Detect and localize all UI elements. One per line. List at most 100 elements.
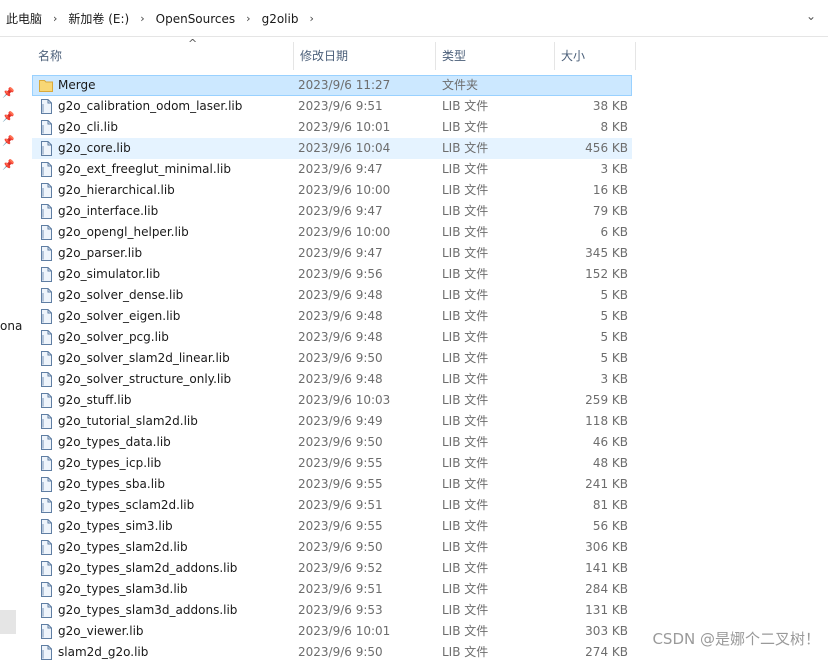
file-row[interactable]: g2o_simulator.lib 2023/9/6 9:56 LIB 文件 152 …	[32, 264, 632, 285]
file-modified-date: 2023/9/6 9:50	[298, 351, 383, 365]
file-modified-date: 2023/9/6 9:48	[298, 330, 383, 344]
file-row[interactable]: g2o_types_slam3d_addons.lib 2023/9/6 9:53…	[32, 600, 632, 621]
breadcrumb: 此电脑 › 新加卷 (E:) › OpenSources › g2olib ›	[4, 10, 323, 27]
nav-item-partial-label[interactable]: ona	[0, 319, 22, 333]
breadcrumb-item-opensources[interactable]: OpenSources	[154, 12, 238, 26]
address-bar[interactable]: 此电脑 › 新加卷 (E:) › OpenSources › g2olib › …	[0, 0, 828, 37]
file-size: 241 KB	[585, 477, 628, 491]
file-row[interactable]: g2o_cli.lib 2023/9/6 10:01 LIB 文件 8 KB	[32, 117, 632, 138]
column-header: ^ 名称 修改日期 类型 大小	[32, 37, 636, 70]
file-row[interactable]: g2o_ext_freeglut_minimal.lib 2023/9/6 9:4…	[32, 159, 632, 180]
file-name: g2o_calibration_odom_laser.lib	[58, 99, 243, 113]
file-size: 131 KB	[585, 603, 628, 617]
chevron-right-icon[interactable]: ›	[246, 12, 250, 25]
column-divider[interactable]	[635, 42, 636, 70]
folder-row[interactable]: Merge 2023/9/6 11:27 文件夹	[32, 75, 632, 96]
column-size[interactable]: 大小	[555, 42, 635, 70]
chevron-right-icon[interactable]: ›	[140, 12, 144, 25]
file-modified-date: 2023/9/6 10:01	[298, 120, 391, 134]
file-type: LIB 文件	[442, 267, 489, 281]
lib-file-icon	[39, 225, 53, 240]
file-type: LIB 文件	[442, 204, 489, 218]
file-name: g2o_solver_structure_only.lib	[58, 372, 232, 386]
file-row[interactable]: g2o_solver_slam2d_linear.lib 2023/9/6 9:5…	[32, 348, 632, 369]
file-size: 48 KB	[592, 456, 628, 470]
pin-icon[interactable]: 📌	[2, 160, 14, 172]
column-name[interactable]: 名称	[32, 42, 294, 70]
file-name: g2o_interface.lib	[58, 204, 159, 218]
file-row[interactable]: g2o_types_data.lib 2023/9/6 9:50 LIB 文件 46 …	[32, 432, 632, 453]
lib-file-icon	[39, 456, 53, 471]
file-row[interactable]: g2o_types_slam2d.lib 2023/9/6 9:50 LIB 文件 3…	[32, 537, 632, 558]
column-type[interactable]: 类型	[436, 42, 554, 70]
file-row[interactable]: g2o_types_icp.lib 2023/9/6 9:55 LIB 文件 48 K…	[32, 453, 632, 474]
file-type: LIB 文件	[442, 183, 489, 197]
breadcrumb-item-this-pc[interactable]: 此电脑	[4, 10, 44, 27]
lib-file-icon	[39, 162, 53, 177]
file-type: LIB 文件	[442, 603, 489, 617]
file-modified-date: 2023/9/6 9:56	[298, 267, 383, 281]
file-row[interactable]: g2o_types_slam3d.lib 2023/9/6 9:51 LIB 文件 2…	[32, 579, 632, 600]
file-row[interactable]: g2o_opengl_helper.lib 2023/9/6 10:00 LIB 文…	[32, 222, 632, 243]
file-modified-date: 2023/9/6 9:55	[298, 477, 383, 491]
file-row[interactable]: g2o_solver_dense.lib 2023/9/6 9:48 LIB 文件 5…	[32, 285, 632, 306]
file-type: LIB 文件	[442, 414, 489, 428]
lib-file-icon	[39, 498, 53, 513]
file-modified-date: 2023/9/6 10:03	[298, 393, 391, 407]
file-size: 6 KB	[600, 225, 628, 239]
file-size: 141 KB	[585, 561, 628, 575]
breadcrumb-item-g2olib[interactable]: g2olib	[260, 12, 301, 26]
chevron-right-icon[interactable]: ›	[309, 12, 313, 25]
file-name: g2o_tutorial_slam2d.lib	[58, 414, 198, 428]
lib-file-icon	[39, 246, 53, 261]
file-modified-date: 2023/9/6 9:48	[298, 372, 383, 386]
file-size: 118 KB	[585, 414, 628, 428]
file-type: LIB 文件	[442, 288, 489, 302]
file-name: g2o_types_sim3.lib	[58, 519, 173, 533]
file-name: g2o_simulator.lib	[58, 267, 161, 281]
file-row[interactable]: g2o_parser.lib 2023/9/6 9:47 LIB 文件 345 KB	[32, 243, 632, 264]
nav-pane-selected-item[interactable]	[0, 610, 16, 634]
file-row[interactable]: g2o_solver_structure_only.lib 2023/9/6 9:…	[32, 369, 632, 390]
file-row[interactable]: g2o_stuff.lib 2023/9/6 10:03 LIB 文件 259 KB	[32, 390, 632, 411]
file-type: LIB 文件	[442, 435, 489, 449]
pin-icon[interactable]: 📌	[2, 112, 14, 124]
pin-icon[interactable]: 📌	[2, 88, 14, 100]
file-name: g2o_types_icp.lib	[58, 456, 162, 470]
file-row[interactable]: g2o_viewer.lib 2023/9/6 10:01 LIB 文件 303 KB	[32, 621, 632, 642]
file-size: 79 KB	[592, 204, 628, 218]
pin-icon[interactable]: 📌	[2, 136, 14, 148]
file-name: g2o_types_sba.lib	[58, 477, 165, 491]
file-name: g2o_solver_dense.lib	[58, 288, 184, 302]
file-modified-date: 2023/9/6 9:47	[298, 162, 383, 176]
file-row[interactable]: g2o_interface.lib 2023/9/6 9:47 LIB 文件 79 K…	[32, 201, 632, 222]
breadcrumb-item-drive-e[interactable]: 新加卷 (E:)	[66, 10, 131, 27]
file-type: LIB 文件	[442, 120, 489, 134]
file-modified-date: 2023/9/6 10:00	[298, 183, 391, 197]
lib-file-icon	[39, 540, 53, 555]
file-name: g2o_types_slam2d.lib	[58, 540, 188, 554]
lib-file-icon	[39, 99, 53, 114]
file-size: 3 KB	[600, 162, 628, 176]
column-date[interactable]: 修改日期	[294, 42, 436, 70]
lib-file-icon	[39, 603, 53, 618]
file-modified-date: 2023/9/6 9:50	[298, 435, 383, 449]
watermark: CSDN @是娜个二叉树！	[652, 628, 820, 649]
file-row[interactable]: g2o_types_sba.lib 2023/9/6 9:55 LIB 文件 241 …	[32, 474, 632, 495]
file-size: 306 KB	[585, 540, 628, 554]
file-row[interactable]: g2o_hierarchical.lib 2023/9/6 10:00 LIB 文件…	[32, 180, 632, 201]
file-row[interactable]: g2o_types_sim3.lib 2023/9/6 9:55 LIB 文件 56 …	[32, 516, 632, 537]
file-type: LIB 文件	[442, 582, 489, 596]
file-name: Merge	[58, 78, 96, 92]
address-history-dropdown-icon[interactable]: ⌄	[806, 9, 816, 23]
file-row[interactable]: g2o_core.lib 2023/9/6 10:04 LIB 文件 456 KB	[32, 138, 632, 159]
file-row[interactable]: g2o_types_sclam2d.lib 2023/9/6 9:51 LIB 文件…	[32, 495, 632, 516]
file-row[interactable]: g2o_tutorial_slam2d.lib 2023/9/6 9:49 LIB …	[32, 411, 632, 432]
file-name: g2o_types_slam3d_addons.lib	[58, 603, 238, 617]
chevron-right-icon[interactable]: ›	[53, 12, 57, 25]
file-row[interactable]: g2o_solver_eigen.lib 2023/9/6 9:48 LIB 文件 5…	[32, 306, 632, 327]
file-modified-date: 2023/9/6 9:53	[298, 603, 383, 617]
file-row[interactable]: g2o_types_slam2d_addons.lib 2023/9/6 9:52…	[32, 558, 632, 579]
file-row[interactable]: g2o_solver_pcg.lib 2023/9/6 9:48 LIB 文件 5 K…	[32, 327, 632, 348]
file-row[interactable]: g2o_calibration_odom_laser.lib 2023/9/6 9…	[32, 96, 632, 117]
